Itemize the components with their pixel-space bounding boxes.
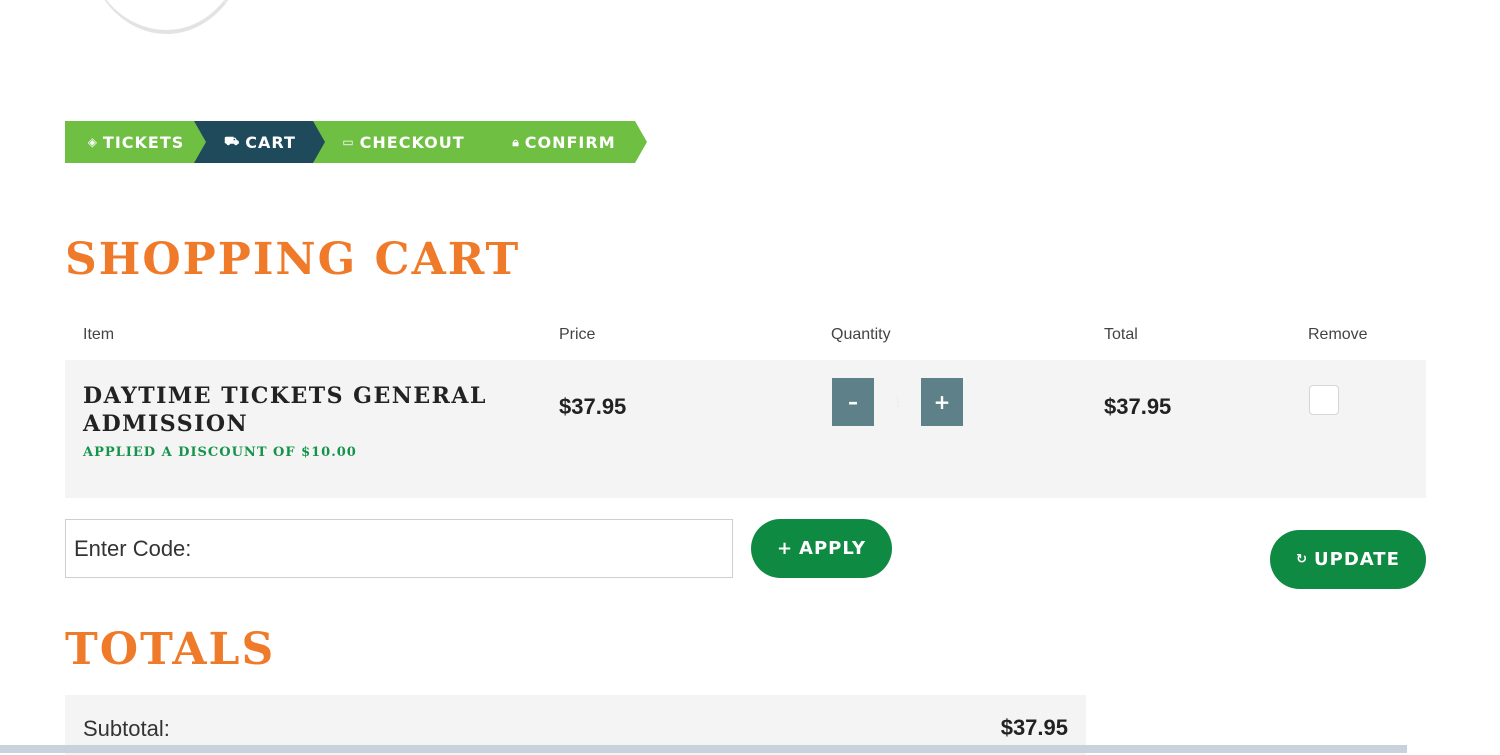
site-logo[interactable] <box>85 0 248 34</box>
column-header-quantity: Quantity <box>831 326 891 343</box>
step-label: CONFIRM <box>524 132 616 152</box>
tag-icon: ◈ <box>87 135 98 149</box>
checkout-steps: ◈ TICKETS ⛟ CART ▭ CHECKOUT 🔒︎ CONFIRM <box>65 121 665 163</box>
refresh-icon: ↻ <box>1296 552 1309 567</box>
step-checkout[interactable]: ▭ CHECKOUT <box>313 121 494 163</box>
subtotal-label: Subtotal: <box>83 716 170 741</box>
promo-code-input[interactable] <box>65 519 733 578</box>
step-label: TICKETS <box>102 132 185 152</box>
step-confirm[interactable]: 🔒︎ CONFIRM <box>481 121 647 163</box>
column-header-remove: Remove <box>1308 326 1368 343</box>
cart-icon: ⛟ <box>224 134 241 148</box>
subtotal-value: $37.95 <box>1000 715 1068 740</box>
discount-note: APPLIED A DISCOUNT OF $10.00 <box>83 445 357 460</box>
update-button[interactable]: ↻ UPDATE <box>1270 530 1426 589</box>
step-label: CART <box>245 132 296 152</box>
quantity-decrease-button[interactable]: – <box>832 378 874 426</box>
column-header-price: Price <box>559 326 596 343</box>
plus-icon: + <box>776 538 794 559</box>
cart-title: SHOPPING CART <box>65 234 521 285</box>
column-header-total: Total <box>1104 326 1138 343</box>
step-tickets[interactable]: ◈ TICKETS <box>65 121 207 163</box>
column-header-item: Item <box>83 326 115 343</box>
update-label: UPDATE <box>1314 549 1400 570</box>
step-cart[interactable]: ⛟ CART <box>194 121 326 163</box>
item-total: $37.95 <box>1104 394 1172 419</box>
totals-title: TOTALS <box>65 624 276 675</box>
item-name: DAYTIME TICKETS GENERAL ADMISSION <box>83 383 487 437</box>
remove-checkbox[interactable] <box>1309 385 1339 415</box>
apply-label: APPLY <box>799 538 867 559</box>
step-label: CHECKOUT <box>359 132 465 152</box>
quantity-input[interactable] <box>874 378 921 426</box>
card-icon: ▭ <box>342 135 355 149</box>
horizontal-scrollbar[interactable] <box>0 745 1407 753</box>
apply-button[interactable]: + APPLY <box>751 519 892 578</box>
item-price: $37.95 <box>559 394 627 419</box>
lock-icon: 🔒︎ <box>512 134 520 149</box>
quantity-increase-button[interactable]: + <box>921 378 963 426</box>
